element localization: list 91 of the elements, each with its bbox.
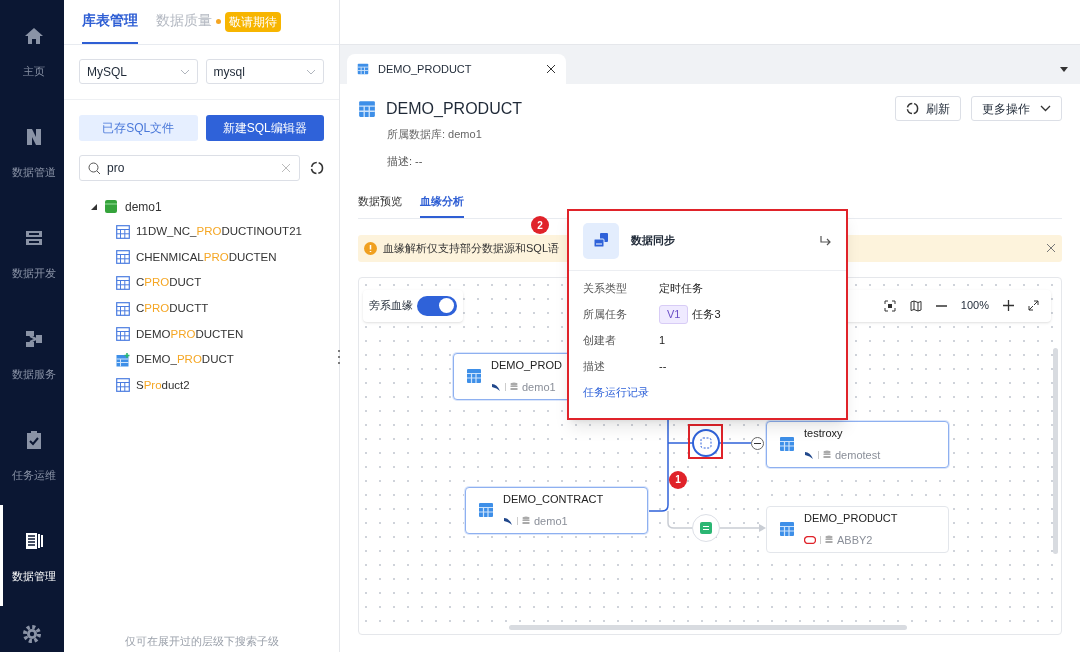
field-label: 关系类型	[583, 281, 628, 297]
refresh-button[interactable]: 刷新	[895, 96, 961, 121]
sync-icon	[583, 222, 619, 259]
zoom-in-icon[interactable]	[1003, 300, 1014, 311]
table-icon	[779, 436, 795, 452]
field-value: 定时任务	[659, 281, 703, 297]
collapse-icon[interactable]	[751, 436, 764, 450]
document-icon	[23, 530, 44, 551]
zoom-level: 100%	[960, 298, 989, 314]
warning-icon	[364, 241, 377, 255]
popup-title: 数据同步	[631, 233, 676, 249]
field-label: 创建者	[583, 333, 617, 349]
chevron-down-icon	[179, 68, 190, 75]
refresh-icon	[906, 102, 919, 115]
home-icon	[23, 25, 44, 46]
table-icon	[466, 368, 482, 384]
table-icon	[116, 224, 130, 239]
search-hint: 仅可在展开过的层级下搜索子级	[123, 633, 280, 649]
expand-triangle-icon[interactable]	[91, 203, 97, 210]
refresh-icon[interactable]	[310, 161, 324, 175]
field-value: 1	[659, 333, 666, 349]
table-icon	[116, 250, 130, 265]
chevron-down-icon	[1040, 105, 1051, 112]
table-icon	[357, 63, 369, 75]
toggle-label: 旁系血缘	[369, 298, 413, 314]
new-editor-button[interactable]: 新建SQL编辑器	[205, 115, 324, 141]
table-icon	[116, 276, 130, 290]
search-field[interactable]: pro	[79, 155, 300, 181]
nav-item[interactable]: 数据管理	[0, 505, 64, 606]
database-icon	[105, 200, 117, 213]
field-value: --	[659, 359, 667, 375]
select-field[interactable]: mysql	[205, 59, 324, 84]
jump-arrow-icon[interactable]	[819, 234, 832, 247]
detail-tab[interactable]: 数据预览	[358, 193, 402, 218]
tree-item[interactable]: CPRODUCT	[136, 274, 202, 292]
description-label: 描述: --	[386, 153, 424, 169]
tree-item[interactable]: SProduct2	[136, 376, 190, 394]
sync-node-icon[interactable]	[692, 428, 720, 457]
notice-text: 血缘解析仅支持部分数据源和SQL语	[383, 240, 559, 256]
database-icon	[823, 450, 831, 460]
step-marker: 2	[531, 216, 549, 234]
oracle-icon	[804, 535, 816, 544]
database-label: 所属数据库: demo1	[386, 127, 483, 142]
fullscreen-icon[interactable]	[1028, 300, 1039, 311]
panel-tab[interactable]: 库表管理	[82, 0, 138, 44]
tree-item[interactable]: 11DW_NC_PRODUCTINOUT21	[136, 223, 302, 241]
table-plus-icon	[116, 352, 130, 367]
saved-files-button[interactable]: 已存SQL文件	[79, 115, 198, 141]
table-icon	[478, 502, 494, 518]
detail-tab[interactable]: 血缘分析	[420, 193, 464, 218]
annotation-box	[688, 423, 723, 459]
tree-item[interactable]: DEMOPRODUCTEN	[136, 325, 244, 343]
field-label: 描述	[583, 359, 606, 375]
table-title: DEMO_PRODUCT	[386, 98, 523, 119]
fit-view-icon[interactable]	[883, 299, 896, 312]
nav-item[interactable]: 数据管道	[0, 101, 64, 202]
field-value: 任务3	[692, 307, 721, 323]
nav-item[interactable]: 任务运维	[0, 404, 64, 505]
coming-soon-badge: 敬请期待	[225, 11, 281, 32]
caret-down-icon[interactable]	[1060, 67, 1068, 72]
step-marker: 1	[669, 470, 687, 489]
more-actions-button[interactable]: 更多操作	[971, 96, 1062, 121]
zoom-out-icon[interactable]	[935, 304, 947, 307]
table-node[interactable]: DEMO_CONTRACT demo1	[465, 486, 648, 534]
editor-tab[interactable]: DEMO_PRODUCT	[347, 54, 566, 84]
table-icon	[116, 327, 130, 342]
chevron-down-icon	[306, 68, 316, 75]
field-label: 所属任务	[583, 307, 628, 323]
nav-item[interactable]: 数据开发	[0, 202, 64, 303]
tree-item[interactable]: CHENMICALPRODUCTEN	[136, 248, 277, 266]
table-icon	[116, 378, 130, 393]
tree-item[interactable]: CPRODUCTT	[136, 299, 209, 318]
nav-item[interactable]: 数据服务	[0, 303, 64, 404]
tree-item[interactable]: DEMO_PRODUCT	[136, 351, 234, 369]
table-icon	[116, 301, 130, 316]
select-field[interactable]: MySQL	[79, 59, 198, 84]
map-icon[interactable]	[909, 299, 922, 312]
database-icon	[510, 382, 518, 392]
database-icon	[825, 535, 833, 545]
tree-item[interactable]: demo1	[125, 197, 162, 216]
toggle-switch[interactable]	[417, 295, 457, 316]
table-icon	[779, 521, 795, 537]
database-icon	[522, 516, 530, 526]
nav-item[interactable]: 主页	[0, 0, 64, 101]
table-node[interactable]: DEMO_PRODUCT ABBY2	[766, 505, 949, 553]
table-node[interactable]: testroxy demotest	[766, 420, 949, 468]
settings-icon[interactable]	[22, 624, 42, 644]
table-icon	[358, 99, 376, 118]
close-icon[interactable]	[546, 64, 556, 74]
search-icon	[88, 161, 101, 175]
version-tag: V1	[659, 305, 689, 324]
